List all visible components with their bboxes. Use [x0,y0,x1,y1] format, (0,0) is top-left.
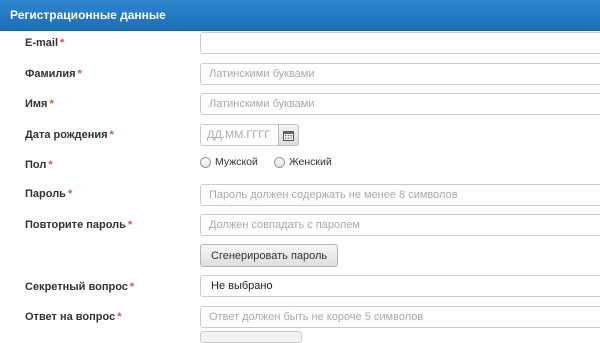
birth-date-group [200,124,299,146]
required-mark: * [49,98,54,110]
panel-header: Регистрационные данные [0,0,600,31]
gender-label-text: Пол [25,159,47,171]
first-name-label-text: Имя [25,98,48,110]
panel-title: Регистрационные данные [10,8,166,22]
secret-question-select[interactable]: Не выбрано [200,275,600,297]
required-mark: * [77,68,82,80]
password-repeat-label: Повторите пароль * [25,219,132,231]
first-name-field[interactable] [200,93,600,115]
secret-question-selected: Не выбрано [211,280,273,292]
birth-date-label: Дата рождения * [25,129,114,141]
last-name-field[interactable] [200,63,600,85]
email-field[interactable] [200,32,600,54]
gender-radio-male[interactable]: Мужской [200,156,258,168]
birth-date-field[interactable] [200,124,278,146]
first-name-label: Имя * [25,98,54,110]
gender-option-label: Мужской [215,156,258,168]
calendar-button[interactable] [278,124,299,146]
calendar-icon [283,130,294,141]
required-mark: * [48,159,53,171]
required-mark: * [60,37,65,49]
required-mark: * [109,129,114,141]
gender-radio-group: Мужской Женский [200,156,332,168]
gender-label: Пол * [25,159,53,171]
secret-question-label: Секретный вопрос * [25,281,134,293]
gender-radio-female[interactable]: Женский [273,156,332,168]
last-name-label: Фамилия * [25,68,82,80]
password-repeat-field[interactable] [200,214,600,236]
password-label: Пароль * [25,188,72,200]
secret-question-label-text: Секретный вопрос [25,281,128,293]
submit-button-partial[interactable] [200,331,302,343]
required-mark: * [117,311,122,323]
generate-password-button[interactable]: Сгенерировать пароль [200,244,339,267]
secret-answer-field[interactable] [200,306,600,328]
radio-button[interactable] [200,156,211,168]
password-label-text: Пароль [25,188,66,200]
secret-answer-label-text: Ответ на вопрос [25,311,116,323]
required-mark: * [129,281,135,293]
gender-option-label: Женский [288,156,332,168]
required-mark: * [67,188,73,200]
secret-answer-label: Ответ на вопрос * [25,311,121,323]
birth-date-label-text: Дата рождения [25,129,108,141]
radio-button[interactable] [273,156,285,168]
required-mark: * [127,219,133,231]
password-field[interactable] [200,184,600,206]
last-name-label-text: Фамилия [25,68,76,80]
email-label: E-mail * [25,37,64,49]
email-label-text: E-mail [25,37,59,49]
password-repeat-label-text: Повторите пароль [25,219,126,231]
